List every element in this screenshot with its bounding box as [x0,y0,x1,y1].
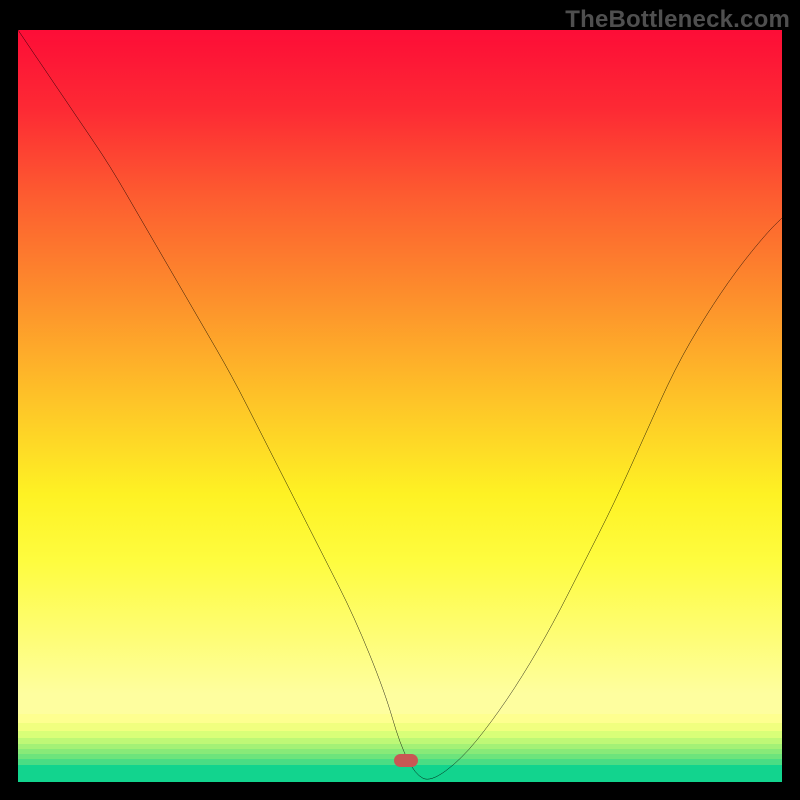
optimal-point-marker [394,754,418,767]
bottleneck-curve [18,30,782,782]
watermark-text: TheBottleneck.com [565,6,790,34]
x-axis-border [0,782,800,800]
y-axis-border [0,0,18,782]
plot-area [18,30,782,782]
chart-stage: TheBottleneck.com [0,0,800,800]
